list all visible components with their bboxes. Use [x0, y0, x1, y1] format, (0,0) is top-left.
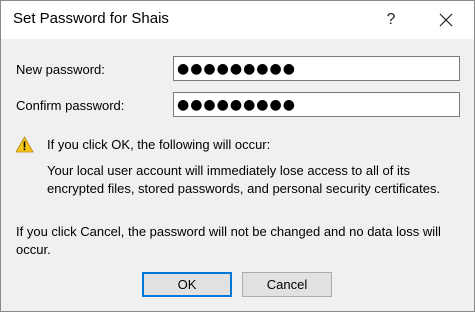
ok-button[interactable]: OK: [142, 272, 232, 297]
help-icon: ?: [386, 11, 396, 28]
warning-body: Your local user account will immediately…: [47, 163, 441, 196]
warning-icon: [15, 136, 34, 153]
help-button[interactable]: ?: [371, 1, 411, 39]
close-button[interactable]: [421, 1, 471, 39]
new-password-label: New password:: [16, 62, 105, 77]
set-password-dialog: Set Password for Shais ? New password: C…: [0, 0, 475, 312]
close-icon: [439, 13, 453, 27]
dialog-title: Set Password for Shais: [13, 10, 169, 27]
confirm-password-label: Confirm password:: [16, 98, 125, 113]
confirm-password-field[interactable]: [173, 92, 460, 117]
warning-heading: If you click OK, the following will occu…: [47, 137, 271, 152]
title-bar: Set Password for Shais ?: [1, 1, 474, 39]
cancel-note: If you click Cancel, the password will n…: [16, 224, 441, 257]
new-password-field[interactable]: [173, 56, 460, 81]
cancel-button[interactable]: Cancel: [242, 272, 332, 297]
